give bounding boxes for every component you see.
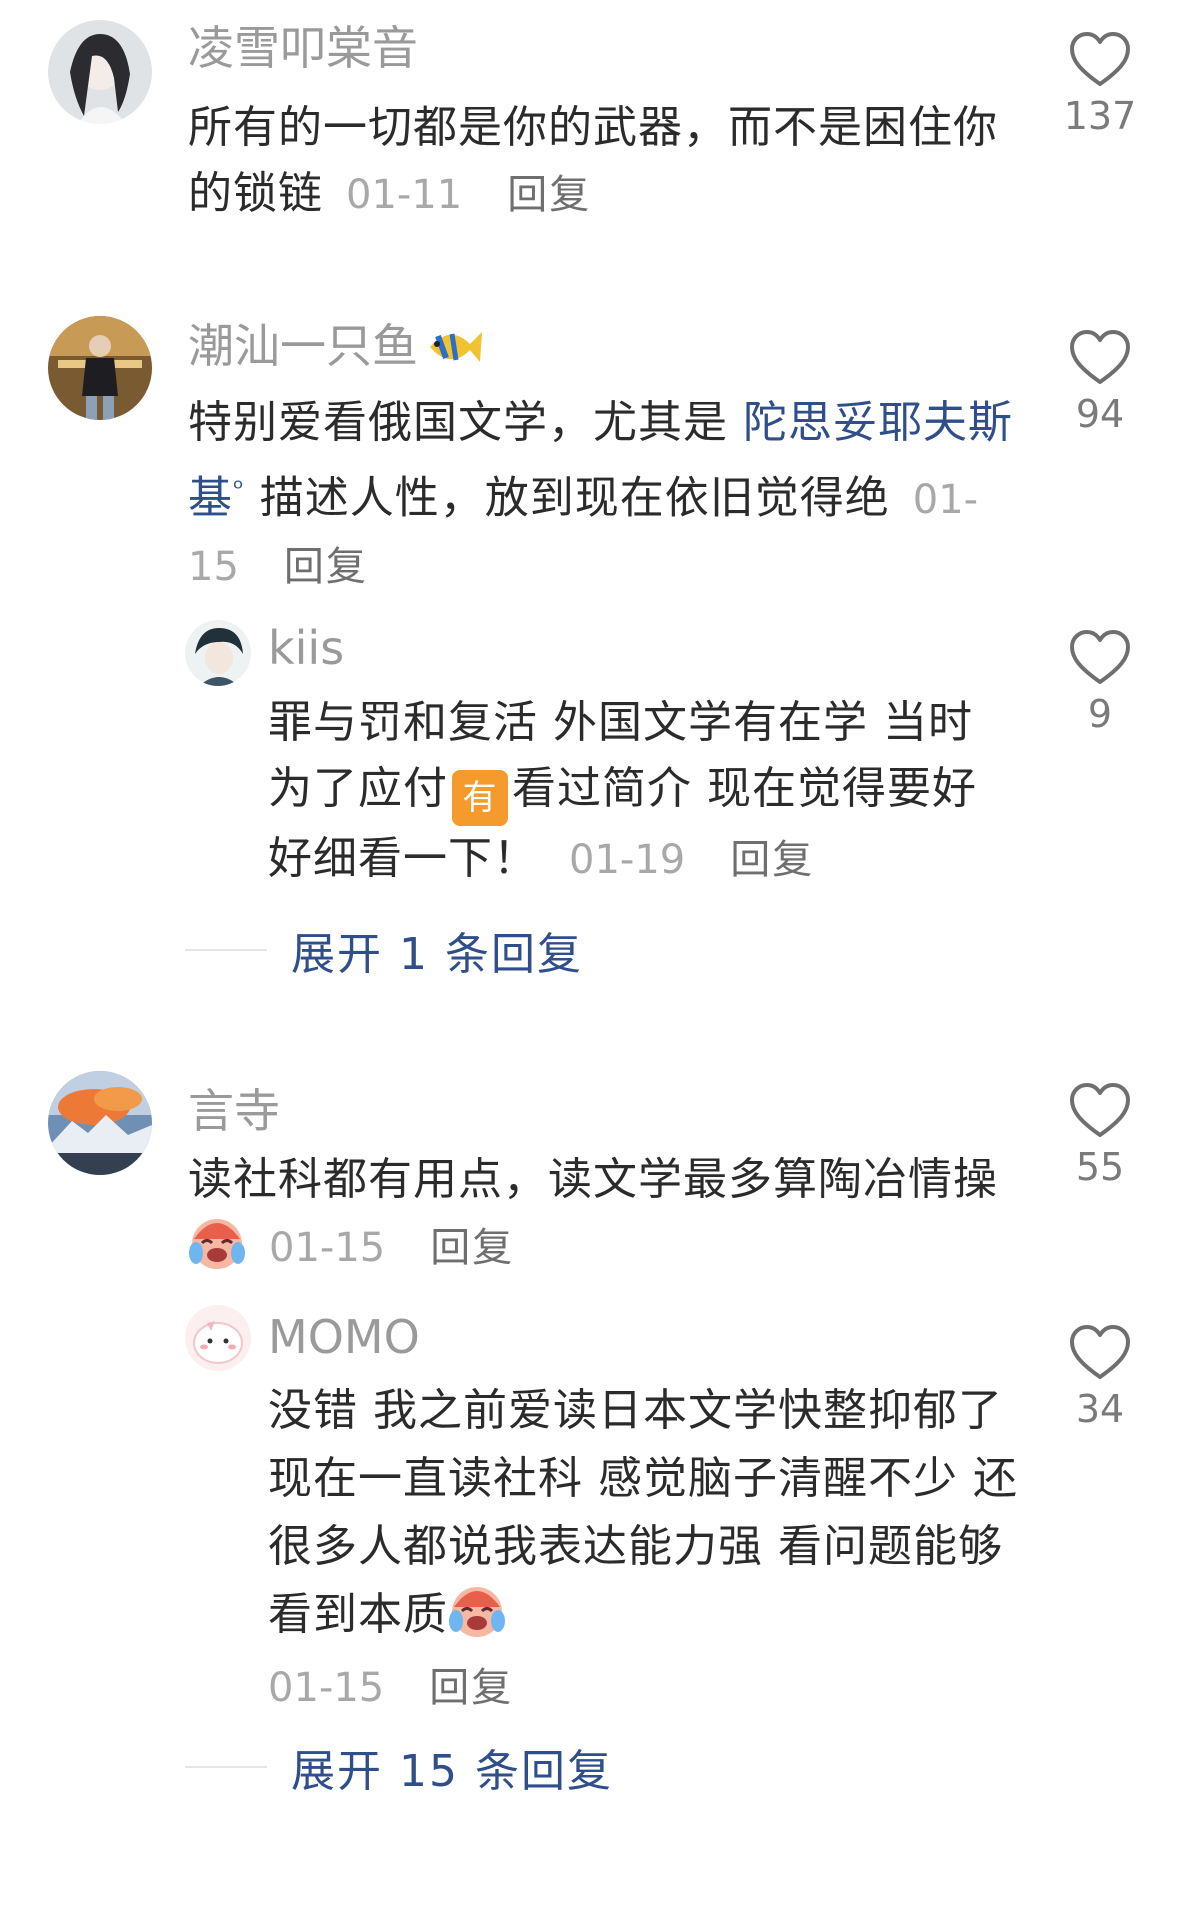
comment-date: 01-11	[346, 172, 463, 218]
divider	[185, 949, 267, 951]
reply-text-content: 没错 我之前爱读日本文学快整抑郁了 现在一直读社科 感觉脑子清醒不少 还很多人都…	[268, 1385, 1018, 1640]
heart-icon	[1070, 630, 1130, 684]
like-button[interactable]: 94	[1050, 330, 1150, 436]
heart-icon	[1070, 32, 1130, 86]
portrait-girl-avatar[interactable]	[48, 20, 152, 124]
heart-icon	[1070, 1083, 1130, 1137]
like-button[interactable]: 137	[1050, 32, 1150, 138]
like-count: 34	[1075, 1387, 1125, 1431]
like-count: 9	[1087, 692, 1113, 736]
like-count: 55	[1075, 1145, 1125, 1189]
divider	[185, 1766, 267, 1768]
like-button[interactable]: 9	[1050, 630, 1150, 736]
reply-date: 01-19	[569, 837, 686, 883]
comment-username[interactable]: 言寺	[188, 1083, 280, 1139]
reply-username[interactable]: kiis	[268, 620, 344, 676]
expand-replies-button[interactable]: 展开 1 条回复	[185, 918, 583, 982]
pink-character-avatar[interactable]	[185, 1305, 251, 1371]
comment-text-before: 特别爱看俄国文学，尤其是	[188, 397, 743, 448]
you-tag-icon: 有	[452, 770, 508, 826]
comment-text: 特别爱看俄国文学，尤其是 陀思妥耶夫斯基ᵒ 描述人性，放到现在依旧觉得绝 01-…	[188, 390, 1018, 600]
reply-button[interactable]: 回复	[730, 837, 814, 883]
search-mark-icon[interactable]: ᵒ	[233, 474, 245, 504]
reply-text: 没错 我之前爱读日本文学快整抑郁了 现在一直读社科 感觉脑子清醒不少 还很多人都…	[268, 1377, 1018, 1722]
crying-laughing-icon	[448, 1585, 506, 1639]
crying-laughing-icon	[188, 1217, 246, 1271]
reply-button[interactable]: 回复	[507, 172, 591, 218]
comment-username[interactable]: 凌雪叩棠音	[188, 20, 418, 76]
comment-text: 读社科都有用点，读文学最多算陶冶情操 01-15 回复	[188, 1147, 998, 1281]
comment-username-text[interactable]: 潮汕一只鱼	[188, 319, 418, 373]
reply-date: 01-15	[268, 1665, 385, 1711]
like-button[interactable]: 55	[1050, 1083, 1150, 1189]
reply-text: 罪与罚和复活 外国文学有在学 当时为了应付有看过简介 现在觉得要好好细看一下！ …	[268, 690, 1008, 893]
reply-button[interactable]: 回复	[429, 1665, 513, 1711]
reply-button[interactable]: 回复	[430, 1225, 514, 1271]
comment-text: 所有的一切都是你的武器，而不是困住你的锁链 01-11 回复	[188, 95, 998, 228]
comment-date: 01-15	[269, 1225, 386, 1271]
expand-replies-button[interactable]: 展开 15 条回复	[185, 1735, 613, 1799]
comment-username: 潮汕一只鱼	[188, 318, 484, 374]
expand-replies-label: 展开 1 条回复	[291, 929, 583, 980]
sunset-mountain-avatar[interactable]	[48, 1071, 152, 1175]
comment-item: 言寺 读社科都有用点，读文学最多算陶冶情操 01-15 回复 55 MOMO 没…	[0, 1065, 1200, 1865]
like-count: 94	[1075, 392, 1125, 436]
reply-button[interactable]: 回复	[284, 544, 368, 590]
comment-text-content: 所有的一切都是你的武器，而不是困住你的锁链	[188, 102, 998, 219]
anime-boy-avatar[interactable]	[185, 620, 251, 686]
comment-text-content: 读社科都有用点，读文学最多算陶冶情操	[188, 1154, 998, 1205]
reply-username[interactable]: MOMO	[268, 1309, 420, 1365]
expand-replies-label: 展开 15 条回复	[291, 1746, 613, 1797]
heart-icon	[1070, 1325, 1130, 1379]
like-count: 137	[1063, 94, 1137, 138]
heart-icon	[1070, 330, 1130, 384]
like-button[interactable]: 34	[1050, 1325, 1150, 1431]
comment-item: 潮汕一只鱼 特别爱看俄国文学，尤其是 陀思妥耶夫斯基ᵒ 描述人性，放到现在依旧觉…	[0, 300, 1200, 1020]
person-photo-avatar[interactable]	[48, 316, 152, 420]
comment-text-after: 描述人性，放到现在依旧觉得绝	[244, 472, 890, 524]
comment-item: 凌雪叩棠音 所有的一切都是你的武器，而不是困住你的锁链 01-11 回复 137	[0, 0, 1200, 230]
tropical-fish-icon	[430, 332, 482, 362]
